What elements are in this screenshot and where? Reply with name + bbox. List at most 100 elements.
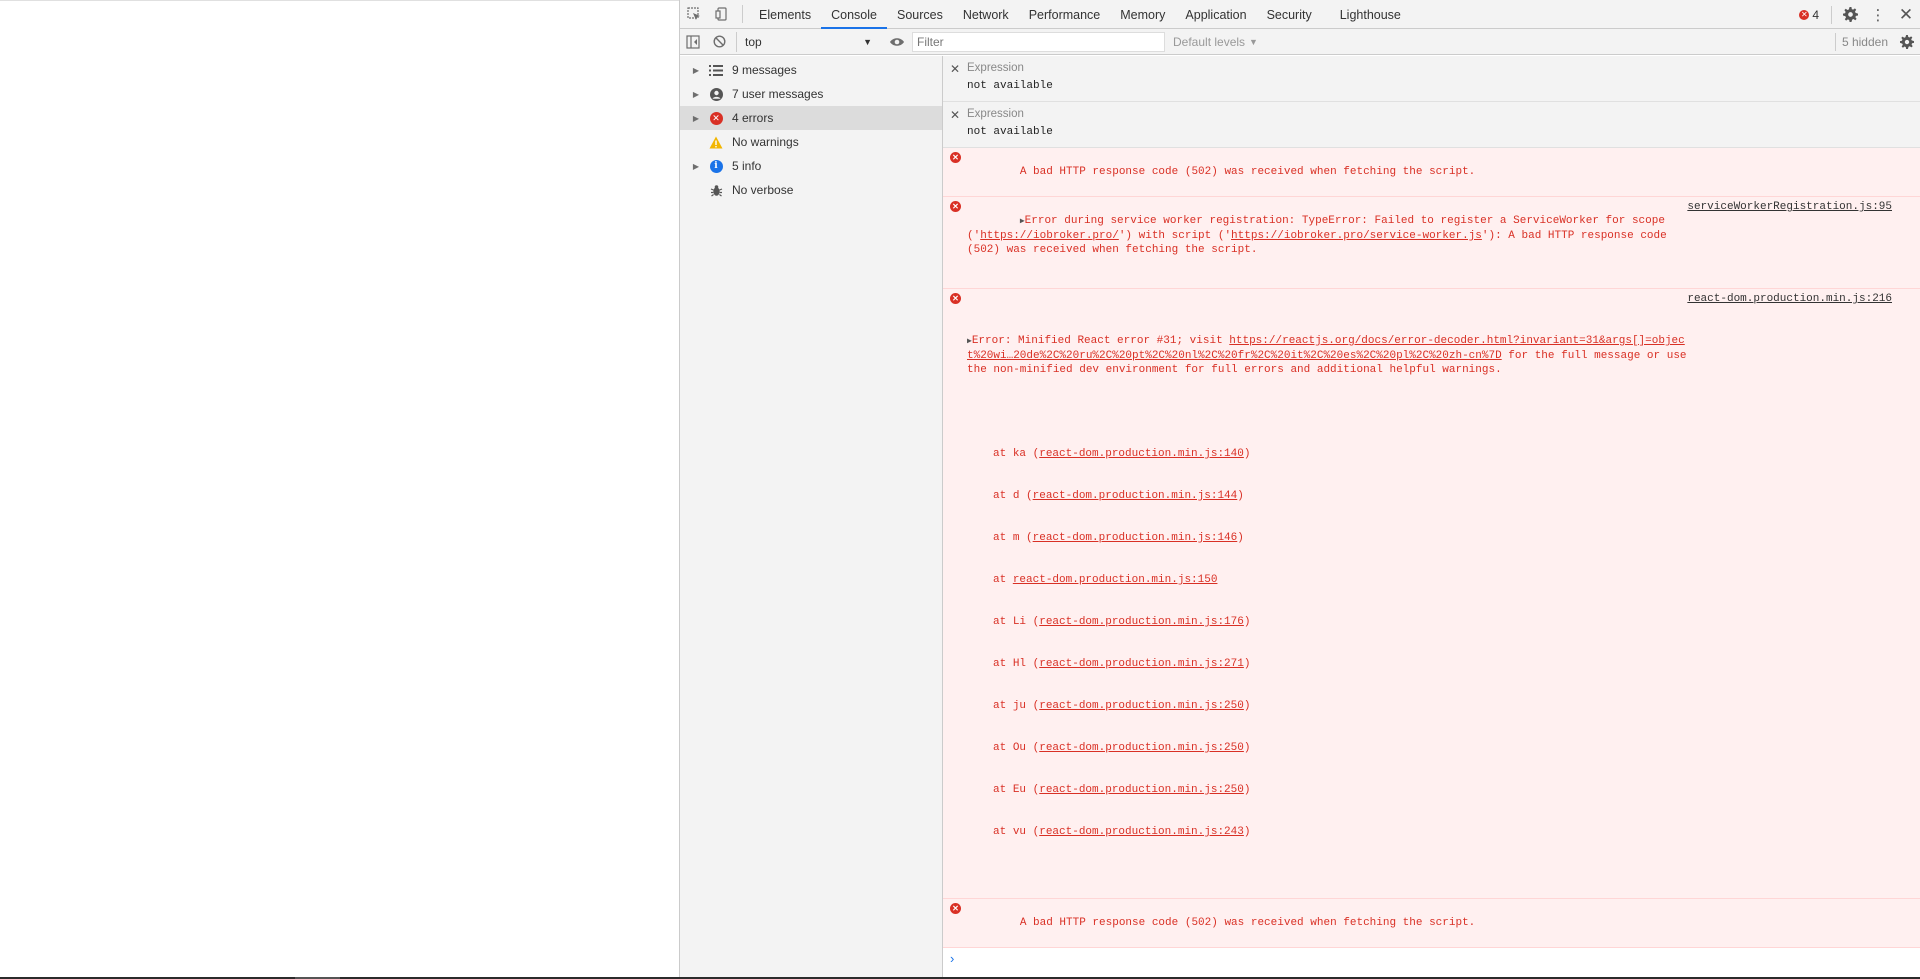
stack-frame-link[interactable]: react-dom.production.min.js:250 xyxy=(1039,784,1244,796)
console-settings-gear-icon[interactable] xyxy=(1894,29,1920,55)
panel-tabs: Elements Console Sources Network Perform… xyxy=(749,0,1411,29)
error-count: 4 xyxy=(1812,7,1819,22)
tab-sources[interactable]: Sources xyxy=(887,0,953,29)
stack-frame-link[interactable]: react-dom.production.min.js:271 xyxy=(1039,658,1244,670)
levels-label: Default levels xyxy=(1173,34,1246,49)
tab-elements[interactable]: Elements xyxy=(749,0,821,29)
error-icon: ✕ xyxy=(1799,9,1810,20)
tab-console[interactable]: Console xyxy=(821,0,887,29)
tab-network[interactable]: Network xyxy=(953,0,1019,29)
sidebar-item-verbose[interactable]: No verbose xyxy=(680,178,942,202)
error-icon: ✕ xyxy=(950,201,961,212)
hidden-messages-count: 5 hidden xyxy=(1834,33,1894,51)
tabbar-right-controls: ✕ 4 ⋮ ✕ xyxy=(1791,0,1920,29)
error-icon: ✕ xyxy=(950,903,961,914)
stack-frame-link[interactable]: react-dom.production.min.js:250 xyxy=(1039,742,1244,754)
warning-icon xyxy=(708,134,724,150)
sidebar-item-label: 7 user messages xyxy=(732,87,824,101)
dropdown-arrow-icon: ▼ xyxy=(1249,36,1258,47)
expand-triangle-icon[interactable]: ▶ xyxy=(688,90,704,99)
live-expression-eye-icon[interactable] xyxy=(884,29,910,55)
expand-triangle-icon[interactable]: ▶ xyxy=(688,114,704,123)
stack-frame: at m (react-dom.production.min.js:146) xyxy=(993,532,1244,544)
stack-frame-link[interactable]: react-dom.production.min.js:146 xyxy=(1033,532,1238,544)
context-value: top xyxy=(745,34,762,49)
stack-frame: at Hl (react-dom.production.min.js:271) xyxy=(993,658,1251,670)
stack-frame: at react-dom.production.min.js:150 xyxy=(993,574,1218,586)
sidebar-item-label: 9 messages xyxy=(732,63,797,77)
remove-expression-icon[interactable]: ✕ xyxy=(950,62,960,76)
source-link[interactable]: serviceWorkerRegistration.js:95 xyxy=(1687,200,1892,214)
live-expression: ✕ Expression not available xyxy=(943,56,1920,102)
live-expression: ✕ Expression not available xyxy=(943,102,1920,148)
console-prompt[interactable]: › xyxy=(943,948,1920,966)
console-error-message: ✕ ▶Error: Minified React error #31; visi… xyxy=(943,289,1920,899)
expression-value: not available xyxy=(967,80,1053,92)
stack-frame: at Ou (react-dom.production.min.js:250) xyxy=(993,742,1251,754)
sidebar-item-label: 4 errors xyxy=(732,111,774,125)
close-devtools-icon[interactable]: ✕ xyxy=(1892,0,1920,29)
console-output[interactable]: ✕ Expression not available ✕ Expression … xyxy=(943,56,1920,977)
inspect-element-icon[interactable] xyxy=(680,0,708,29)
inspected-page-viewport xyxy=(0,0,679,979)
error-icon: ✕ xyxy=(950,293,961,304)
prompt-chevron-icon: › xyxy=(950,951,955,966)
stack-frame-link[interactable]: react-dom.production.min.js:243 xyxy=(1039,826,1244,838)
message-text: A bad HTTP response code (502) was recei… xyxy=(1019,917,1476,929)
sidebar-item-info[interactable]: ▶ i 5 info xyxy=(680,154,942,178)
sidebar-item-label: 5 info xyxy=(732,159,762,173)
tab-security[interactable]: Security xyxy=(1257,0,1322,29)
sidebar-item-label: No warnings xyxy=(732,135,799,149)
message-text: ') with script (' xyxy=(1118,230,1232,242)
expression-label[interactable]: Expression xyxy=(967,108,1024,120)
sidebar-item-errors[interactable]: ▶ ✕ 4 errors xyxy=(680,106,942,130)
stack-frame-link[interactable]: react-dom.production.min.js:250 xyxy=(1039,700,1244,712)
console-error-message: ✕ A bad HTTP response code (502) was rece… xyxy=(943,899,1920,948)
expression-label[interactable]: Expression xyxy=(967,62,1024,74)
expand-triangle-icon[interactable]: ▶ xyxy=(688,162,704,171)
stack-trace: at ka (react-dom.production.min.js:140) … xyxy=(967,419,1912,867)
filter-input[interactable] xyxy=(912,31,1165,52)
sidebar-item-user-messages[interactable]: ▶ 7 user messages xyxy=(680,82,942,106)
stack-frame: at d (react-dom.production.min.js:144) xyxy=(993,490,1244,502)
stack-frame: at Eu (react-dom.production.min.js:250) xyxy=(993,784,1251,796)
sidebar-item-messages[interactable]: ▶ 9 messages xyxy=(680,58,942,82)
source-link[interactable]: react-dom.production.min.js:216 xyxy=(1687,292,1892,306)
tab-performance[interactable]: Performance xyxy=(1019,0,1111,29)
console-toolbar-right: 5 hidden xyxy=(1834,29,1920,55)
stack-frame-link[interactable]: react-dom.production.min.js:144 xyxy=(1033,490,1238,502)
stack-frame-link[interactable]: react-dom.production.min.js:176 xyxy=(1039,616,1244,628)
error-icon: ✕ xyxy=(708,110,724,126)
user-icon xyxy=(708,86,724,102)
error-counter[interactable]: ✕ 4 xyxy=(1791,8,1827,22)
console-body: ▶ 9 messages ▶ 7 user messages ▶ ✕ 4 err… xyxy=(680,56,1920,977)
sidebar-item-warnings[interactable]: No warnings xyxy=(680,130,942,154)
message-link[interactable]: https://iobroker.pro/service-worker.js xyxy=(1231,230,1482,242)
device-toolbar-icon[interactable] xyxy=(708,0,736,29)
message-link[interactable]: https://iobroker.pro/ xyxy=(980,230,1119,242)
context-selector[interactable]: top ▼ xyxy=(736,31,876,52)
tab-memory[interactable]: Memory xyxy=(1110,0,1175,29)
tab-lighthouse[interactable]: Lighthouse xyxy=(1330,0,1411,29)
stack-frame: at ka (react-dom.production.min.js:140) xyxy=(993,448,1251,460)
console-toolbar: top ▼ Default levels ▼ 5 hidden xyxy=(680,29,1920,55)
expression-value: not available xyxy=(967,126,1053,138)
stack-frame: at ju (react-dom.production.min.js:250) xyxy=(993,700,1251,712)
info-icon: i xyxy=(708,158,724,174)
stack-frame: at Li (react-dom.production.min.js:176) xyxy=(993,616,1251,628)
more-options-icon[interactable]: ⋮ xyxy=(1864,0,1892,29)
stack-frame-link[interactable]: react-dom.production.min.js:150 xyxy=(1013,574,1218,586)
log-levels-dropdown[interactable]: Default levels ▼ xyxy=(1173,35,1258,49)
settings-gear-icon[interactable] xyxy=(1836,0,1864,29)
message-text: A bad HTTP response code (502) was recei… xyxy=(1019,166,1476,178)
stack-frame-link[interactable]: react-dom.production.min.js:140 xyxy=(1039,448,1244,460)
toolbar-divider xyxy=(1831,5,1832,24)
devtools-tabbar: Elements Console Sources Network Perform… xyxy=(680,0,1920,29)
remove-expression-icon[interactable]: ✕ xyxy=(950,108,960,122)
bug-icon xyxy=(708,182,724,198)
clear-console-icon[interactable] xyxy=(706,29,732,55)
sidebar-toggle-icon[interactable] xyxy=(680,29,706,55)
expand-triangle-icon[interactable]: ▶ xyxy=(688,66,704,75)
list-icon xyxy=(708,62,724,78)
tab-application[interactable]: Application xyxy=(1175,0,1256,29)
